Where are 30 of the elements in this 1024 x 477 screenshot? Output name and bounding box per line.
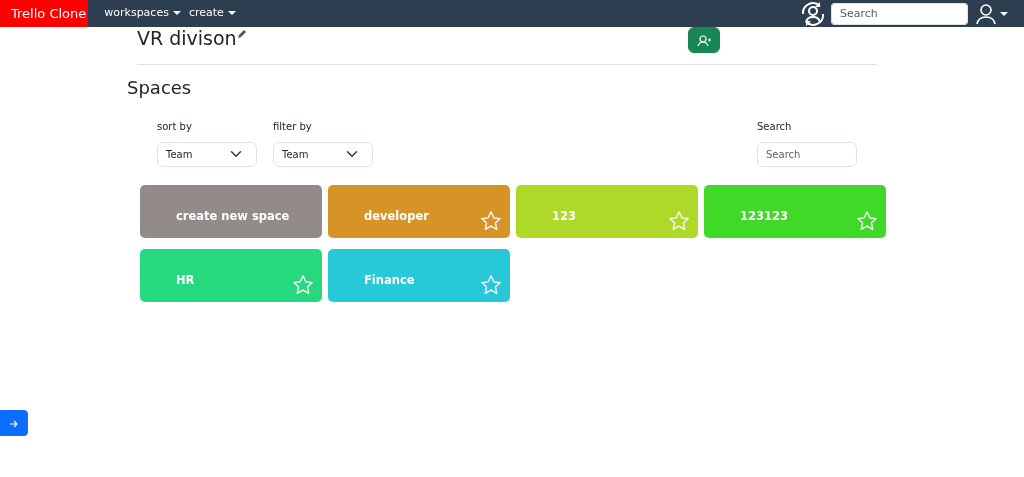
nav-dropdown[interactable]: workspaces — [104, 5, 181, 22]
dropdown-field[interactable]: Team — [273, 141, 373, 167]
user-sync-icon[interactable] — [799, 0, 827, 27]
expand-sidebar-button[interactable] — [0, 410, 28, 436]
add-user-icon — [696, 34, 711, 47]
brand-logo[interactable]: Trello Clone — [0, 0, 89, 27]
dropdown-field[interactable]: Team — [157, 141, 257, 167]
arrow-right-icon — [9, 418, 19, 429]
nav-dropdown[interactable]: create — [188, 5, 236, 22]
field-label: filter by — [273, 119, 313, 134]
user-icon[interactable] — [976, 2, 996, 25]
search-field[interactable]: Search — [757, 141, 857, 167]
space-card[interactable]: developer — [328, 184, 510, 238]
field-label: sort by — [157, 119, 193, 134]
star-icon[interactable] — [292, 273, 314, 296]
search-field[interactable]: Search — [831, 2, 968, 25]
space-card[interactable]: 123123 — [704, 184, 886, 238]
pencil-icon[interactable] — [236, 29, 247, 39]
section-title: Spaces — [127, 77, 193, 99]
space-card[interactable]: Finance — [328, 248, 510, 302]
workspace-title: VR divison — [137, 27, 237, 50]
star-icon[interactable] — [668, 209, 690, 232]
field-label: Search — [757, 119, 793, 134]
star-icon[interactable] — [480, 273, 502, 296]
create-space-button[interactable]: create new space — [140, 184, 322, 238]
add-member-button[interactable] — [687, 27, 720, 53]
star-icon[interactable] — [856, 209, 878, 232]
caret-icon[interactable] — [1000, 11, 1008, 16]
space-card[interactable]: HR — [140, 248, 322, 302]
star-icon[interactable] — [480, 209, 502, 232]
